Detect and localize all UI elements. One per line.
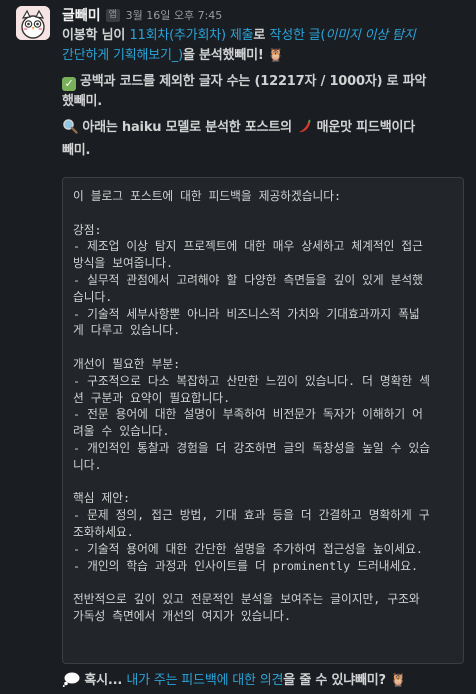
feedback-line — [73, 205, 454, 222]
feedback-line: 핵심 제안: — [73, 491, 131, 506]
feedback-code-block[interactable]: 이 블로그 포스트에 대한 피드백을 제공하겠습니다: 강점: - 제조업 이상 탐… — [62, 177, 464, 664]
feedback-line: - 개인의 학습 과정과 인사이트를 더 prominently 드러내세요. — [73, 558, 419, 573]
intro-text-end: 피드백이다 — [351, 120, 415, 135]
feedback-line: - 제조업 이상 탐지 프로젝트에 대한 매우 상세하고 체계적인 접근 — [73, 239, 423, 254]
post-link-b[interactable]: 이미지 이상 탐지 — [325, 28, 415, 43]
hot-pepper-icon — [296, 118, 312, 141]
timestamp[interactable]: 3월 16일 오후 7:45 — [126, 7, 223, 23]
app-badge: 앱 — [105, 8, 120, 22]
message-content: 글빼미 앱 3월 16일 오후 7:45 이봉학 님이 11회차(추가회차) 제… — [62, 4, 466, 688]
analysis-summary: 이봉학 님이 11회차(추가회차) 제출로 작성한 글(이미지 이상 탐지간단하… — [62, 26, 466, 66]
feedback-opinion-link[interactable]: 내가 주는 피드백에 대한 의견 — [126, 673, 283, 688]
feedback-line: 강점: — [73, 222, 102, 237]
summary-tail: 을 분석했빼미! 🦉 — [182, 48, 284, 63]
char-count-text-cont: 했빼미. — [62, 94, 103, 109]
spicy-label: 매운맛 — [316, 120, 352, 135]
feedback-line — [73, 339, 454, 356]
user-mention-text: 이봉학 님이 — [62, 28, 130, 43]
feedback-line: 션 구분과 요약이 필요합니다. — [73, 390, 231, 405]
bot-avatar[interactable] — [16, 6, 50, 40]
feedback-line: 습니다. — [73, 289, 113, 304]
feedback-line: - 기술적 세부사항뿐 아니라 비즈니스적 가치와 기대효과까지 폭넓 — [73, 306, 420, 321]
feedback-line: 가독성 측면에서 개선의 여지가 있습니다. — [73, 608, 291, 623]
feedback-line: 전반적으로 깊이 있고 전문적인 분석을 보여주는 글이지만, 구조와 — [73, 592, 420, 607]
feedback-line — [73, 474, 454, 491]
feedback-line: 니다. — [73, 457, 102, 472]
feedback-line: 이 블로그 포스트에 대한 피드백을 제공하겠습니다: — [73, 189, 342, 203]
feedback-line: - 구조적으로 다소 복잡하고 산만한 느낌이 있습니다. 더 명확한 섹 — [73, 373, 430, 388]
char-count-text: 공백과 코드를 제외한 글자 수는 (12217자 / 1000자) 로 파악 — [80, 74, 427, 89]
summary-connector: 로 — [253, 28, 270, 43]
post-link-c[interactable]: 간단하게 기획해보기_ — [62, 48, 178, 63]
magnifier-icon — [62, 118, 78, 141]
feedback-line: - 전문 용어에 대한 설명이 부족하여 비전문가 독자가 이해하기 어 — [73, 407, 423, 422]
intro-text-cont: 빼미. — [62, 143, 91, 158]
char-count-line: ✓ 공백과 코드를 제외한 글자 수는 (12217자 / 1000자) 로 파악… — [62, 72, 466, 112]
message-header: 글빼미 앱 3월 16일 오후 7:45 — [62, 4, 466, 26]
intro-line: 아래는 haiku 모델로 분석한 포스트의 매운맛 피드백이다빼미. — [62, 118, 466, 161]
feedback-line: - 기술적 용어에 대한 간단한 설명을 추가하여 접근성을 높이세요. — [73, 541, 423, 556]
submission-link[interactable]: 11회차(추가회차) 제출 — [129, 28, 253, 43]
feedback-line: 려울 수 있습니다. — [73, 424, 170, 439]
feedback-line: 조화하세요. — [73, 524, 134, 539]
feedback-line — [73, 574, 454, 591]
feedback-line: 게 다루고 있습니다. — [73, 323, 181, 338]
owl-avatar-icon — [16, 6, 50, 40]
post-link-a[interactable]: 작성한 글( — [269, 28, 325, 43]
question-text-end: 을 줄 수 있냐빼미? 🦉 — [283, 673, 407, 688]
feedback-lines: 이 블로그 포스트에 대한 피드백을 제공하겠습니다: 강점: - 제조업 이상 탐… — [73, 188, 454, 625]
feedback-line: 방식을 보여줍니다. — [73, 256, 174, 271]
feedback-line: 개선이 필요한 부분: — [73, 356, 181, 371]
feedback-line: - 개인적인 통찰과 경험을 더 강조하면 글의 독창성을 높일 수 있습 — [73, 440, 430, 455]
question-text: 혹시... — [84, 673, 127, 688]
bot-name[interactable]: 글빼미 — [62, 5, 101, 25]
check-mark-icon: ✓ — [62, 77, 76, 91]
intro-text: 아래는 haiku 모델로 분석한 포스트의 — [82, 120, 297, 135]
feedback-line: - 실무적 관점에서 고려해야 할 다양한 측면들을 깊이 있게 분석했 — [73, 272, 423, 287]
feedback-line: - 문제 정의, 접근 방법, 기대 효과 등을 더 간결하고 명확하게 구 — [73, 508, 430, 523]
